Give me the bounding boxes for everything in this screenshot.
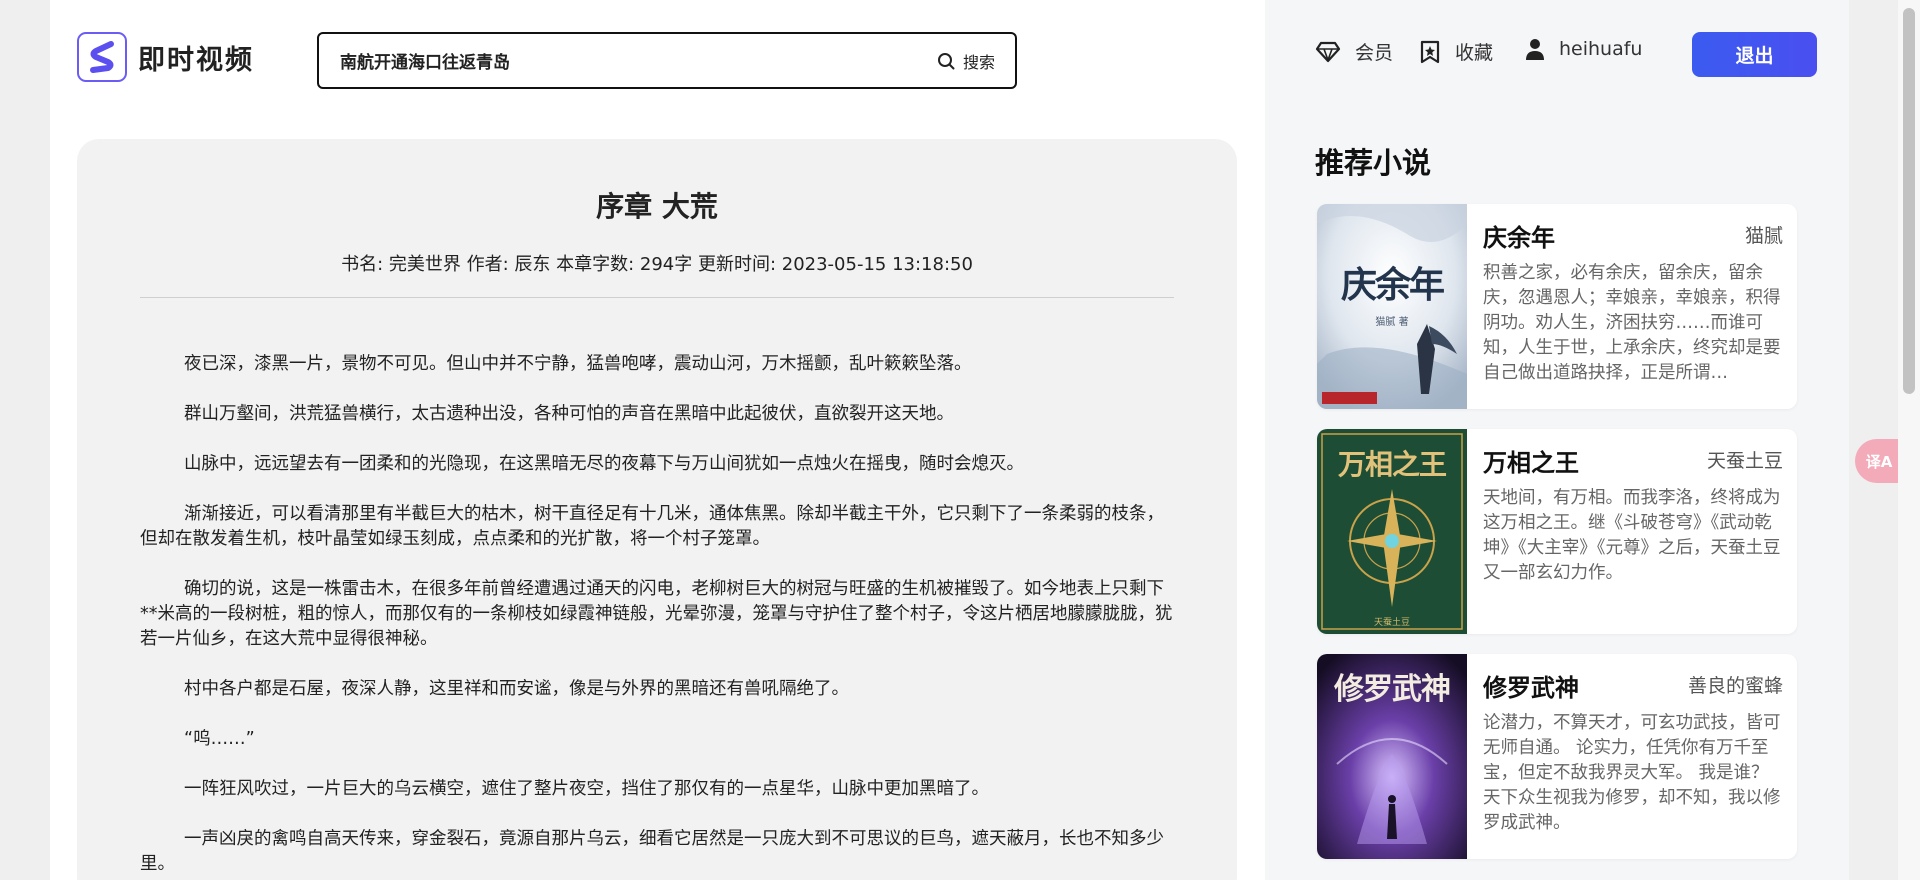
brand-name: 即时视频 — [138, 44, 254, 76]
cover-title-text: 修罗武神 — [1334, 672, 1451, 707]
vip-link[interactable]: 会员 — [1315, 38, 1393, 65]
book-title: 修罗武神 — [1483, 674, 1579, 702]
main-panel: 即时视频 南航开通海口往返青岛 搜索 序章 大荒 书名: 完美世界 作者: 辰东… — [50, 0, 1265, 880]
recommend-title: 推荐小说 — [1315, 146, 1432, 180]
divider — [140, 297, 1174, 298]
logo-icon — [77, 32, 127, 82]
book-title: 万相之王 — [1483, 449, 1579, 477]
cover-title-text: 万相之王 — [1337, 448, 1447, 481]
favorites-link[interactable]: 收藏 — [1419, 38, 1493, 65]
bookmark-star-icon — [1420, 40, 1440, 63]
book-cover: 庆余年 猫腻 著 — [1317, 204, 1467, 409]
chapter-title: 序章 大荒 — [596, 190, 718, 223]
cover-author-text: 猫腻 著 — [1375, 317, 1409, 328]
cover-author-text: 天蚕土豆 — [1373, 618, 1410, 628]
book-card[interactable]: 修罗武神 修罗武神 善良的蜜蜂 论潜力，不算天才，可玄功武技，皆可无师自通。 论… — [1317, 654, 1797, 859]
book-title: 庆余年 — [1483, 224, 1555, 252]
page: 即时视频 南航开通海口往返青岛 搜索 序章 大荒 书名: 完美世界 作者: 辰东… — [50, 0, 1849, 880]
book-author: 猫腻 — [1744, 225, 1783, 247]
paragraph: 确切的说，这是一株雷击木，在很多年前曾经遭遇过通天的闪电，老柳树巨大的树冠与旺盛… — [140, 579, 1173, 649]
scrollbar-thumb[interactable] — [1903, 8, 1915, 394]
book-description: 天地间，有万相。而我李洛，终将成为这万相之王。继《斗破苍穹》《武动乾坤》《大主宰… — [1483, 488, 1781, 583]
search-input[interactable]: 南航开通海口往返青岛 — [340, 48, 937, 73]
paragraph: 渐渐接近，可以看清那里有半截巨大的枯木，树干直径足有十几米，通体焦黑。除却半截主… — [140, 504, 1164, 549]
cover-title-text: 庆余年 — [1340, 264, 1445, 306]
search-bar[interactable]: 南航开通海口往返青岛 搜索 — [317, 32, 1017, 89]
user-profile-link[interactable]: heihuafu — [1525, 38, 1642, 60]
search-button-label: 搜索 — [962, 52, 995, 72]
chapter-meta: 书名: 完美世界 作者: 辰东 本章字数: 294字 更新时间: 2023-05… — [341, 254, 973, 275]
vip-label: 会员 — [1355, 42, 1394, 64]
scrollbar[interactable] — [1898, 0, 1920, 880]
favorites-label: 收藏 — [1455, 42, 1494, 64]
chapter-content: 序章 大荒 书名: 完美世界 作者: 辰东 本章字数: 294字 更新时间: 2… — [77, 139, 1237, 880]
paragraph: 群山万壑间，洪荒猛兽横行，太古遗种出没，各种可怕的声音在黑暗中此起彼伏，直欲裂开… — [184, 404, 954, 424]
book-description: 积善之家，必有余庆，留余庆，留余庆，忽遇恩人；幸娘亲，幸娘亲，积得阴功。劝人生，… — [1483, 263, 1781, 383]
book-card[interactable]: 万相之王 天蚕土豆 万相之王 天蚕土豆 天地间，有万相。而我李洛，终将成为这万相… — [1317, 429, 1797, 634]
paragraph: 山脉中，远远望去有一团柔和的光隐现，在这黑暗无尽的夜幕下与万山间犹如一点烛火在摇… — [184, 454, 1024, 474]
paragraph: “呜……” — [184, 729, 255, 749]
logo[interactable]: 即时视频 — [77, 32, 254, 82]
translate-button[interactable]: 译A — [1855, 439, 1903, 483]
chapter-body: 夜已深，漆黑一片，景物不可见。但山中并不宁静，猛兽咆哮，震动山河，万木摇颤，乱叶… — [140, 352, 1174, 880]
book-cover: 修罗武神 — [1317, 654, 1467, 859]
book-author: 天蚕土豆 — [1706, 450, 1783, 472]
book-cover: 万相之王 天蚕土豆 — [1317, 429, 1467, 634]
paragraph: 一声凶戾的禽鸣自高天传来，穿金裂石，竟源自那片乌云，细看它居然是一只庞大到不可思… — [140, 829, 1164, 874]
username: heihuafu — [1559, 38, 1643, 60]
search-button[interactable]: 搜索 — [937, 49, 995, 73]
book-card[interactable]: 庆余年 猫腻 著 庆余年 猫腻 积善之家，必有余庆，留余庆，留余庆，忽遇恩人；幸… — [1317, 204, 1797, 409]
paragraph: 村中各户都是石屋，夜深人静，这里祥和而安谧，像是与外界的黑暗还有兽吼隔绝了。 — [184, 679, 849, 699]
book-author: 善良的蜜蜂 — [1687, 675, 1783, 697]
diamond-icon — [1315, 41, 1341, 62]
user-icon — [1526, 39, 1544, 60]
paragraph: 夜已深，漆黑一片，景物不可见。但山中并不宁静，猛兽咆哮，震动山河，万木摇颤，乱叶… — [184, 354, 972, 374]
paragraph: 一阵狂风吹过，一片巨大的乌云横空，遮住了整片夜空，挡住了那仅有的一点星华，山脉中… — [184, 779, 989, 799]
logout-button[interactable]: 退出 — [1692, 32, 1817, 77]
search-icon — [937, 52, 955, 69]
book-description: 论潜力，不算天才，可玄功武技，皆可无师自通。 论实力，任凭你有万千至宝，但定不敌… — [1483, 713, 1781, 833]
